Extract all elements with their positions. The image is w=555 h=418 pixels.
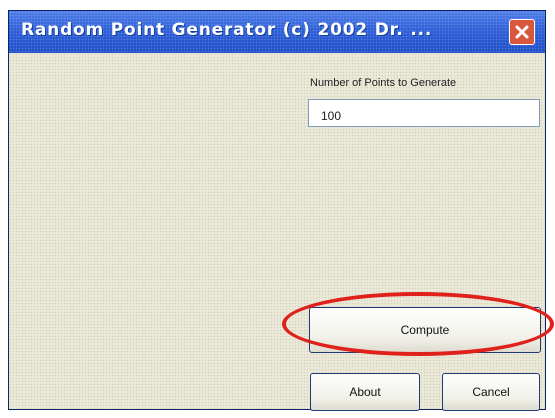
close-button[interactable] [509, 19, 535, 45]
close-icon [515, 25, 529, 39]
window-title: Random Point Generator (c) 2002 Dr. ... [21, 20, 433, 40]
cancel-button[interactable]: Cancel [442, 373, 540, 411]
compute-button[interactable]: Compute [309, 307, 541, 353]
dialog-window: Random Point Generator (c) 2002 Dr. ... … [8, 10, 546, 411]
points-label: Number of Points to Generate [310, 77, 457, 89]
points-input[interactable] [308, 99, 540, 127]
about-button[interactable]: About [310, 373, 420, 411]
title-bar[interactable]: Random Point Generator (c) 2002 Dr. ... [9, 11, 545, 53]
